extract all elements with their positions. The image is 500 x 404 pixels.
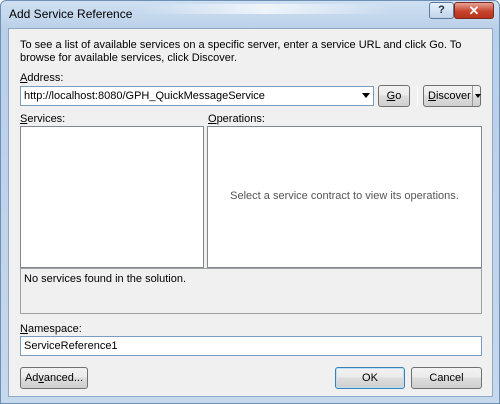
- operations-label: Operations:: [208, 113, 265, 125]
- operations-empty-message: Select a service contract to view its op…: [230, 190, 459, 202]
- advanced-button[interactable]: Advanced...: [20, 367, 88, 389]
- add-service-reference-dialog: Add Service Reference ? ✕ To see a list …: [0, 0, 500, 404]
- chevron-down-icon[interactable]: [362, 93, 370, 98]
- title-bar: Add Service Reference ? ✕: [1, 1, 499, 28]
- ok-button[interactable]: OK: [335, 367, 405, 389]
- services-tree[interactable]: [20, 126, 204, 268]
- namespace-label: Namespace:: [20, 323, 82, 335]
- cancel-button[interactable]: Cancel: [411, 367, 482, 389]
- namespace-value[interactable]: ServiceReference1: [24, 340, 118, 352]
- address-label: Address:: [20, 72, 64, 84]
- instructions-text: To see a list of available services on a…: [20, 39, 462, 64]
- discover-dropdown-icon[interactable]: [475, 94, 481, 98]
- status-text: No services found in the solution.: [24, 273, 187, 285]
- namespace-input[interactable]: ServiceReference1: [20, 336, 482, 356]
- dialog-title: Add Service Reference: [9, 7, 133, 21]
- address-combobox[interactable]: http://localhost:8080/GPH_QuickMessageSe…: [20, 86, 374, 106]
- address-value[interactable]: http://localhost:8080/GPH_QuickMessageSe…: [24, 90, 265, 102]
- help-button[interactable]: ?: [429, 2, 454, 19]
- status-message-box: No services found in the solution.: [20, 268, 482, 314]
- toolbar-separator: [417, 86, 418, 106]
- go-button[interactable]: Go: [378, 85, 410, 107]
- discover-split-divider: [472, 86, 473, 106]
- close-button[interactable]: ✕: [454, 2, 494, 19]
- operations-list[interactable]: Select a service contract to view its op…: [207, 126, 482, 268]
- dialog-body: To see a list of available services on a…: [8, 28, 493, 397]
- title-bar-glare: [141, 4, 391, 14]
- services-label: Services:: [20, 113, 66, 125]
